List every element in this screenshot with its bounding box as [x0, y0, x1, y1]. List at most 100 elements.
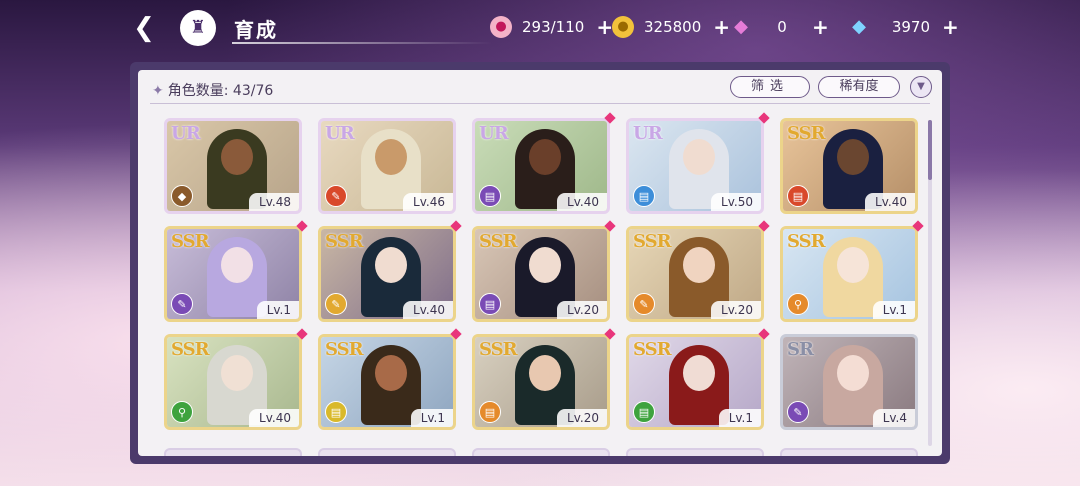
castle-icon: ♜: [189, 17, 207, 38]
character-card[interactable]: SSR ⚲ Lv.40: [164, 334, 302, 430]
character-face: [375, 247, 407, 283]
rarity-badge: SSR: [171, 231, 210, 252]
key-icon: ⚲: [787, 293, 809, 315]
character-card[interactable]: SSR ⚲ Lv.1: [780, 226, 918, 322]
scroll-icon: ▤: [479, 293, 501, 315]
character-face: [529, 247, 561, 283]
add-pink-gem-button[interactable]: +: [812, 15, 829, 39]
character-card[interactable]: UR ✎ Lv.46: [318, 118, 456, 214]
back-arrow-icon: ❮: [133, 13, 155, 43]
pink-diamond-icon: ◆: [734, 16, 748, 37]
character-card[interactable]: SR ✎ Lv.4: [780, 334, 918, 430]
back-button[interactable]: ❮: [124, 10, 164, 46]
scroll-icon: ▤: [787, 185, 809, 207]
add-candy-button[interactable]: +: [596, 15, 613, 39]
add-blue-gem-button[interactable]: +: [942, 15, 959, 39]
brush-icon: ✎: [325, 185, 347, 207]
character-face: [221, 247, 253, 283]
rarity-badge: SR: [787, 339, 814, 360]
title-underline: [232, 42, 492, 44]
rarity-badge: UR: [171, 123, 201, 144]
home-button[interactable]: ♜: [180, 10, 216, 46]
character-card[interactable]: UR ▤ Lv.40: [472, 118, 610, 214]
level-label: Lv.1: [872, 301, 915, 319]
blue-diamond-icon: ◆: [852, 16, 866, 37]
panel-header: ✦ 角色数量: 43/76 筛选 稀有度 ▼: [138, 70, 942, 104]
page-title: 育成: [234, 18, 278, 42]
panel-content: ✦ 角色数量: 43/76 筛选 稀有度 ▼ UR ◆ Lv.48 UR ✎ Lv.46 UR…: [138, 70, 942, 456]
next-row-card[interactable]: [626, 448, 764, 456]
currency-candy: ● 293/110 +: [490, 15, 613, 39]
level-label: Lv.40: [865, 193, 915, 211]
level-label: Lv.1: [256, 301, 299, 319]
scroll-icon: ▤: [633, 185, 655, 207]
count-value: 43/76: [232, 83, 274, 99]
sort-toggle-icon[interactable]: ▼: [910, 76, 932, 98]
character-face: [529, 355, 561, 391]
character-count: ✦ 角色数量: 43/76: [152, 80, 273, 100]
rarity-badge: SSR: [633, 231, 672, 252]
character-panel: ✦ 角色数量: 43/76 筛选 稀有度 ▼ UR ◆ Lv.48 UR ✎ Lv.46 UR…: [130, 62, 950, 464]
next-row-card[interactable]: [318, 448, 456, 456]
character-face: [221, 139, 253, 175]
character-card[interactable]: SSR ✎ Lv.1: [164, 226, 302, 322]
character-card[interactable]: SSR ✎ Lv.20: [626, 226, 764, 322]
filter-button[interactable]: 筛选: [730, 76, 810, 98]
character-face: [683, 247, 715, 283]
level-label: Lv.1: [410, 409, 453, 427]
rarity-badge: SSR: [325, 339, 364, 360]
rarity-badge: SSR: [787, 123, 826, 144]
next-row-card[interactable]: [164, 448, 302, 456]
rarity-badge: UR: [325, 123, 355, 144]
rarity-badge: SSR: [479, 231, 518, 252]
rarity-badge: UR: [633, 123, 663, 144]
character-face: [837, 355, 869, 391]
currency-coin: ● 325800 +: [612, 15, 730, 39]
character-card[interactable]: SSR ▤ Lv.40: [780, 118, 918, 214]
brush-icon: ✎: [171, 293, 193, 315]
character-face: [221, 355, 253, 391]
character-card[interactable]: SSR ✎ Lv.40: [318, 226, 456, 322]
character-card[interactable]: UR ▤ Lv.50: [626, 118, 764, 214]
scrollbar[interactable]: [928, 120, 932, 446]
next-row-card[interactable]: [780, 448, 918, 456]
divider: [150, 103, 930, 104]
add-coin-button[interactable]: +: [713, 15, 730, 39]
brush-icon: ✎: [325, 293, 347, 315]
key-icon: ⚲: [171, 401, 193, 423]
rarity-badge: SSR: [325, 231, 364, 252]
character-card[interactable]: SSR ▤ Lv.20: [472, 226, 610, 322]
level-label: Lv.46: [403, 193, 453, 211]
currency-value: 325800: [644, 18, 702, 36]
character-face: [683, 139, 715, 175]
level-label: Lv.50: [711, 193, 761, 211]
rarity-badge: SSR: [171, 339, 210, 360]
character-grid: UR ◆ Lv.48 UR ✎ Lv.46 UR ▤ Lv.40 UR ▤ Lv.50 SSR ▤ Lv.4…: [164, 112, 924, 456]
character-card[interactable]: SSR ▤ Lv.1: [318, 334, 456, 430]
character-card[interactable]: UR ◆ Lv.48: [164, 118, 302, 214]
currency-pink-gem: ◆ 0 +: [730, 15, 829, 39]
scroll-icon: ▤: [479, 185, 501, 207]
character-card[interactable]: SSR ▤ Lv.1: [626, 334, 764, 430]
shield-icon: ◆: [171, 185, 193, 207]
scroll-icon: ▤: [633, 401, 655, 423]
level-label: Lv.4: [872, 409, 915, 427]
rarity-badge: SSR: [787, 231, 826, 252]
level-label: Lv.40: [249, 409, 299, 427]
currency-value: 0: [777, 18, 787, 36]
scroll-thumb[interactable]: [928, 120, 932, 180]
currency-value: 3970: [891, 18, 930, 36]
top-bar: ❮ ♜ 育成 ● 293/110 + ● 325800 + ◆ 0 + ◆ 39…: [0, 0, 1080, 56]
character-card[interactable]: SSR ▤ Lv.20: [472, 334, 610, 430]
level-label: Lv.48: [249, 193, 299, 211]
scroll-icon: ▤: [479, 401, 501, 423]
currency-blue-gem: ◆ 3970 +: [848, 15, 959, 39]
next-row-card[interactable]: [472, 448, 610, 456]
sparkle-icon: ✦: [152, 83, 164, 99]
brush-icon: ✎: [633, 293, 655, 315]
level-label: Lv.20: [557, 409, 607, 427]
character-face: [375, 355, 407, 391]
currency-value: 293/110: [522, 18, 585, 36]
rarity-sort-button[interactable]: 稀有度: [818, 76, 900, 98]
rarity-badge: UR: [479, 123, 509, 144]
